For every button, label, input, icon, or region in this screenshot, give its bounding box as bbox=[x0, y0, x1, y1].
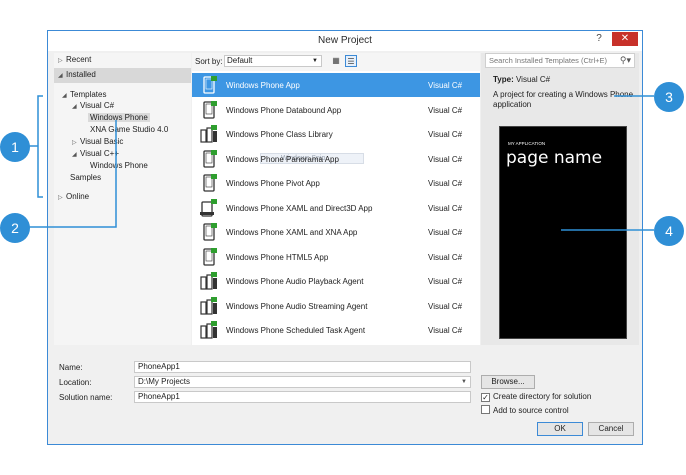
callout-2-connector bbox=[29, 120, 117, 228]
callout-2: 2 bbox=[0, 213, 30, 243]
callout-4: 4 bbox=[654, 216, 684, 246]
callout-3: 3 bbox=[654, 82, 684, 112]
callout-lines bbox=[28, 95, 654, 231]
callout-1: 1 bbox=[0, 132, 30, 162]
callout-1-bracket bbox=[37, 95, 43, 198]
